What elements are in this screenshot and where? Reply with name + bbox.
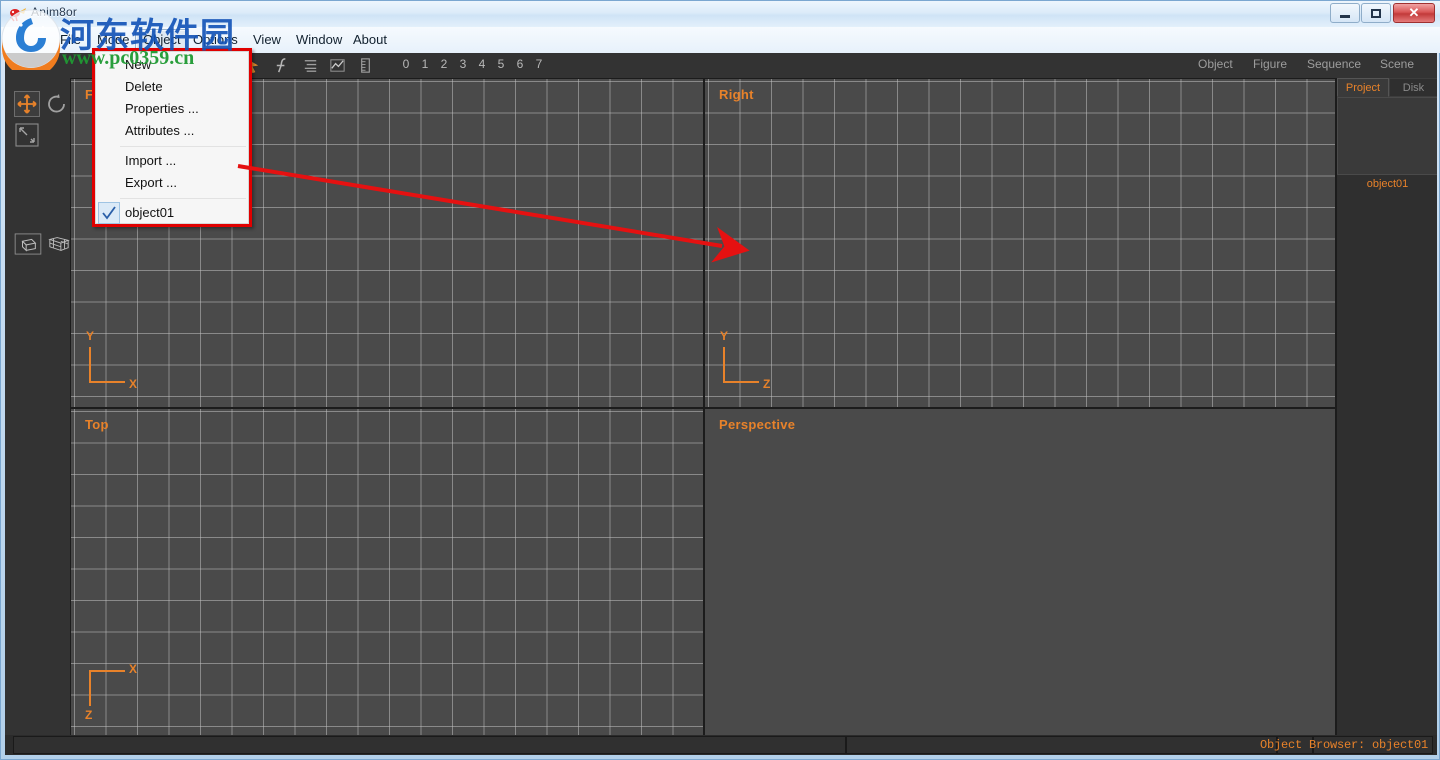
tab-project[interactable]: Project — [1337, 78, 1389, 97]
status-cell-middle — [846, 736, 1277, 754]
title-bar: Anim8or ✕ — [1, 1, 1440, 27]
mode-tab-scene[interactable]: Scene — [1380, 57, 1414, 71]
axis-label-y-right: Y — [720, 329, 728, 343]
menu-item-properties[interactable]: Properties ... — [96, 98, 248, 120]
rotate-icon — [45, 91, 69, 115]
menu-separator-1 — [120, 146, 246, 147]
shaded-view-button[interactable] — [14, 233, 42, 255]
grid-top — [71, 409, 703, 754]
status-text: Object Browser: object01 — [1260, 738, 1428, 752]
menu-separator-2 — [120, 198, 246, 199]
toolbar-number-7[interactable]: 7 — [532, 57, 546, 71]
mode-tab-figure[interactable]: Figure — [1253, 57, 1287, 71]
axis-label-x-front: X — [129, 377, 137, 391]
maximize-button[interactable] — [1361, 3, 1391, 23]
viewport-top-label: Top — [85, 417, 109, 432]
toolbar-number-2[interactable]: 2 — [437, 57, 451, 71]
wireframe-cube-icon — [45, 233, 73, 255]
menu-file[interactable]: File — [53, 30, 88, 50]
axis-label-x-top: X — [129, 662, 137, 676]
toolbar-number-1[interactable]: 1 — [418, 57, 432, 71]
menu-item-attributes-label: Attributes ... — [125, 120, 194, 142]
toolbar-number-4[interactable]: 4 — [475, 57, 489, 71]
menu-item-object01-label: object01 — [125, 202, 174, 224]
graph-icon[interactable] — [328, 56, 347, 75]
menu-item-import[interactable]: Import ... — [96, 150, 248, 172]
toolbar-number-5[interactable]: 5 — [494, 57, 508, 71]
menu-item-object01[interactable]: object01 — [96, 202, 248, 224]
move-icon — [15, 92, 39, 116]
viewport-right-label: Right — [719, 87, 754, 102]
wireframe-view-button[interactable] — [45, 233, 73, 255]
menu-about[interactable]: About — [346, 30, 394, 50]
menu-options[interactable]: Options — [186, 30, 245, 50]
menu-item-export[interactable]: Export ... — [96, 172, 248, 194]
menu-window[interactable]: Window — [289, 30, 349, 50]
axis-indicator-right: Y Z — [723, 323, 783, 383]
function-icon[interactable] — [273, 56, 292, 75]
shaded-cube-icon — [14, 233, 42, 255]
toolbar-number-0[interactable]: 0 — [399, 57, 413, 71]
scale-tool-button[interactable] — [14, 122, 40, 148]
status-cell-left — [13, 736, 846, 754]
close-icon: ✕ — [1409, 5, 1420, 21]
menu-item-delete-label: Delete — [125, 76, 163, 98]
menu-item-new-label: New — [125, 54, 151, 76]
minimize-button[interactable] — [1330, 3, 1360, 23]
menu-item-delete[interactable]: Delete — [96, 76, 248, 98]
ruler-icon[interactable] — [356, 56, 375, 75]
viewport-top[interactable]: Top X Z — [70, 408, 704, 755]
axis-label-y-front: Y — [86, 329, 94, 343]
menu-item-attributes[interactable]: Attributes ... — [96, 120, 248, 142]
menu-view[interactable]: View — [246, 30, 288, 50]
toolbar-number-3[interactable]: 3 — [456, 57, 470, 71]
scale-icon — [14, 122, 40, 148]
axis-label-z-right: Z — [763, 377, 770, 391]
menu-item-properties-label: Properties ... — [125, 98, 199, 120]
checkmark-icon — [101, 205, 117, 221]
object-browser-panel: Project Disk object01 — [1336, 78, 1437, 755]
viewport-right[interactable]: Right Y Z — [704, 78, 1336, 408]
object-list-item-object01[interactable]: object01 — [1337, 178, 1437, 190]
tab-disk[interactable]: Disk — [1389, 78, 1437, 97]
object-list[interactable] — [1337, 97, 1437, 175]
menu-item-new[interactable]: New — [96, 54, 248, 76]
menu-mode[interactable]: Mode — [90, 30, 137, 50]
status-bar: Object Browser: object01 — [5, 735, 1437, 755]
move-tool-button[interactable] — [14, 91, 40, 117]
viewport-perspective-label: Perspective — [719, 417, 795, 432]
window-title: Anim8or — [31, 5, 77, 19]
object-menu-dropdown: New Delete Properties ... Attributes ...… — [92, 48, 252, 227]
toolbar-number-6[interactable]: 6 — [513, 57, 527, 71]
minimize-icon — [1340, 15, 1350, 18]
app-icon — [9, 5, 27, 23]
rotate-tool-button[interactable] — [45, 91, 71, 117]
menu-item-import-label: Import ... — [125, 150, 176, 172]
mode-tab-sequence[interactable]: Sequence — [1307, 57, 1361, 71]
axis-indicator-top: X Z — [89, 670, 149, 730]
viewport-perspective[interactable]: Perspective — [704, 408, 1336, 755]
mode-tab-object[interactable]: Object — [1198, 57, 1233, 71]
viewport-area: Front Y X Right Y Z — [70, 78, 1336, 755]
grid-right — [705, 79, 1335, 407]
left-tool-palette — [5, 78, 71, 755]
maximize-icon — [1371, 9, 1381, 18]
list-icon[interactable] — [301, 56, 320, 75]
object-menu-panel: New Delete Properties ... Attributes ...… — [95, 51, 249, 224]
menu-item-export-label: Export ... — [125, 172, 177, 194]
close-button[interactable]: ✕ — [1393, 3, 1435, 23]
axis-indicator-front: Y X — [89, 323, 149, 383]
axis-label-z-top: Z — [85, 708, 92, 722]
